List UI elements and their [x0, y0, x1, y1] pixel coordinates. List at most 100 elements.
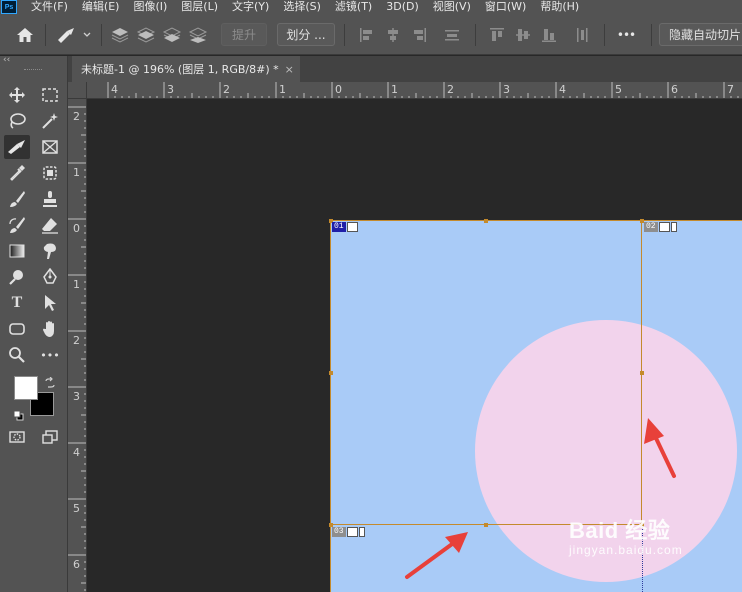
- menu-image[interactable]: 图像(I): [133, 0, 167, 14]
- magic-wand-icon[interactable]: [37, 109, 63, 133]
- link-slice-icon: [670, 222, 677, 232]
- more-options-icon[interactable]: •••: [612, 24, 640, 46]
- document-tab-title: 未标题-1 @ 196% (图层 1, RGB/8#) *: [81, 63, 279, 76]
- separator: [45, 24, 46, 46]
- watermark-main: Baid 经验: [569, 518, 671, 543]
- bring-forward-icon[interactable]: [135, 24, 157, 46]
- arrow-annotation: [405, 532, 468, 579]
- default-colors-icon[interactable]: [13, 406, 24, 425]
- bring-to-front-icon[interactable]: [109, 24, 131, 46]
- separator: [344, 24, 345, 46]
- stamp-icon[interactable]: [37, 187, 63, 211]
- foreground-color-swatch[interactable]: [14, 376, 38, 400]
- align-hcenter-icon[interactable]: [382, 24, 404, 46]
- swap-colors-icon[interactable]: [44, 374, 56, 393]
- ruler-label: 2: [447, 83, 454, 96]
- ruler-label: 0: [73, 222, 80, 235]
- send-to-back-icon[interactable]: [187, 24, 209, 46]
- slice-handle[interactable]: [640, 371, 644, 375]
- rectangle-shape-icon[interactable]: [4, 317, 30, 341]
- options-bar: 提升 划分 ... ••• 隐藏自动切片: [0, 14, 742, 55]
- ruler-label: 4: [559, 83, 566, 96]
- distribute-vertical-icon[interactable]: [571, 24, 593, 46]
- pen-icon[interactable]: [37, 265, 63, 289]
- image-slice-icon: [346, 222, 358, 232]
- slice-badge[interactable]: 01: [332, 222, 358, 232]
- type-icon[interactable]: T: [4, 291, 30, 315]
- menu-file[interactable]: 文件(F): [31, 0, 68, 14]
- menu-view[interactable]: 视图(V): [433, 0, 471, 14]
- menu-type[interactable]: 文字(Y): [232, 0, 269, 14]
- slice-handle[interactable]: [484, 219, 488, 223]
- menu-window[interactable]: 窗口(W): [485, 0, 526, 14]
- image-slice-icon: [658, 222, 670, 232]
- quick-mask-icon[interactable]: [4, 425, 30, 449]
- dodge-icon[interactable]: [4, 265, 30, 289]
- smudge-icon[interactable]: [37, 239, 63, 263]
- align-left-icon[interactable]: [356, 24, 378, 46]
- ruler-label: 1: [73, 278, 80, 291]
- align-vcenter-icon[interactable]: [512, 24, 534, 46]
- path-select-icon[interactable]: [37, 291, 63, 315]
- image-slice-icon: [346, 527, 358, 537]
- document-tab[interactable]: 未标题-1 @ 196% (图层 1, RGB/8#) * ×: [72, 56, 300, 82]
- collapse-panel-icon[interactable]: ‹‹: [3, 55, 10, 65]
- watermark-url: jingyan.baidu.com: [569, 543, 683, 557]
- ruler-horizontal[interactable]: 4 3 2 1 0 1 2 3 4 5 6 7: [87, 82, 742, 99]
- ruler-label: 2: [73, 110, 80, 123]
- slice-badge[interactable]: 03: [332, 527, 365, 537]
- frame-icon[interactable]: [37, 135, 63, 159]
- ruler-corner[interactable]: [68, 82, 87, 99]
- menu-select[interactable]: 选择(S): [283, 0, 321, 14]
- tool-preset-picker[interactable]: [54, 24, 94, 46]
- eraser-icon[interactable]: [37, 213, 63, 237]
- gradient-icon[interactable]: [4, 239, 30, 263]
- ruler-label: 4: [73, 446, 80, 459]
- menu-3d[interactable]: 3D(D): [386, 0, 419, 14]
- menu-help[interactable]: 帮助(H): [540, 0, 579, 14]
- zoom-icon[interactable]: [4, 343, 30, 367]
- more-tools-icon[interactable]: •••: [37, 343, 63, 367]
- slice-number: 03: [332, 527, 346, 537]
- align-right-icon[interactable]: [408, 24, 430, 46]
- history-brush-icon[interactable]: [4, 213, 30, 237]
- eyedropper-icon[interactable]: [4, 161, 30, 185]
- menu-edit[interactable]: 编辑(E): [82, 0, 120, 14]
- ruler-vertical[interactable]: 2 1 0 1 2 3 4 5 6: [68, 99, 87, 592]
- ruler-label: 4: [111, 83, 118, 96]
- tools-panel: ‹‹ T •••: [0, 55, 68, 592]
- align-bottom-icon[interactable]: [538, 24, 560, 46]
- brush-icon[interactable]: [4, 187, 30, 211]
- rect-marquee-icon[interactable]: [37, 83, 63, 107]
- send-backward-icon[interactable]: [161, 24, 183, 46]
- panel-grip[interactable]: [24, 69, 42, 70]
- slice-handle[interactable]: [484, 523, 488, 527]
- distribute-horizontal-icon[interactable]: [441, 24, 463, 46]
- align-top-icon[interactable]: [486, 24, 508, 46]
- watermark: Baid 经验 jingyan.baidu.com: [569, 513, 683, 557]
- move-icon[interactable]: [4, 83, 30, 107]
- divide-button[interactable]: 划分 ...: [277, 23, 335, 46]
- slice-border: [330, 220, 742, 221]
- ruler-label: 2: [73, 334, 80, 347]
- hand-icon[interactable]: [37, 317, 63, 341]
- type-icon-glyph: T: [11, 294, 23, 311]
- home-icon[interactable]: [12, 24, 38, 46]
- menu-layer[interactable]: 图层(L): [181, 0, 218, 14]
- ruler-label: 5: [615, 83, 622, 96]
- lasso-icon[interactable]: [4, 109, 30, 133]
- screen-mode-icon[interactable]: [37, 425, 63, 449]
- slice-tool-icon[interactable]: [4, 135, 30, 159]
- separator: [101, 24, 102, 46]
- menu-bar: Ps 文件(F) 编辑(E) 图像(I) 图层(L) 文字(Y) 选择(S) 滤…: [0, 0, 742, 14]
- slice-badge[interactable]: 02: [644, 222, 677, 232]
- hide-auto-slices-button[interactable]: 隐藏自动切片: [659, 23, 742, 46]
- slice-handle[interactable]: [329, 371, 333, 375]
- menu-filter[interactable]: 滤镜(T): [335, 0, 372, 14]
- ruler-label: 5: [73, 502, 80, 515]
- promote-button[interactable]: 提升: [221, 23, 267, 46]
- ruler-label: 3: [167, 83, 174, 96]
- close-icon[interactable]: ×: [285, 63, 294, 76]
- spot-heal-icon[interactable]: [37, 161, 63, 185]
- separator: [475, 24, 476, 46]
